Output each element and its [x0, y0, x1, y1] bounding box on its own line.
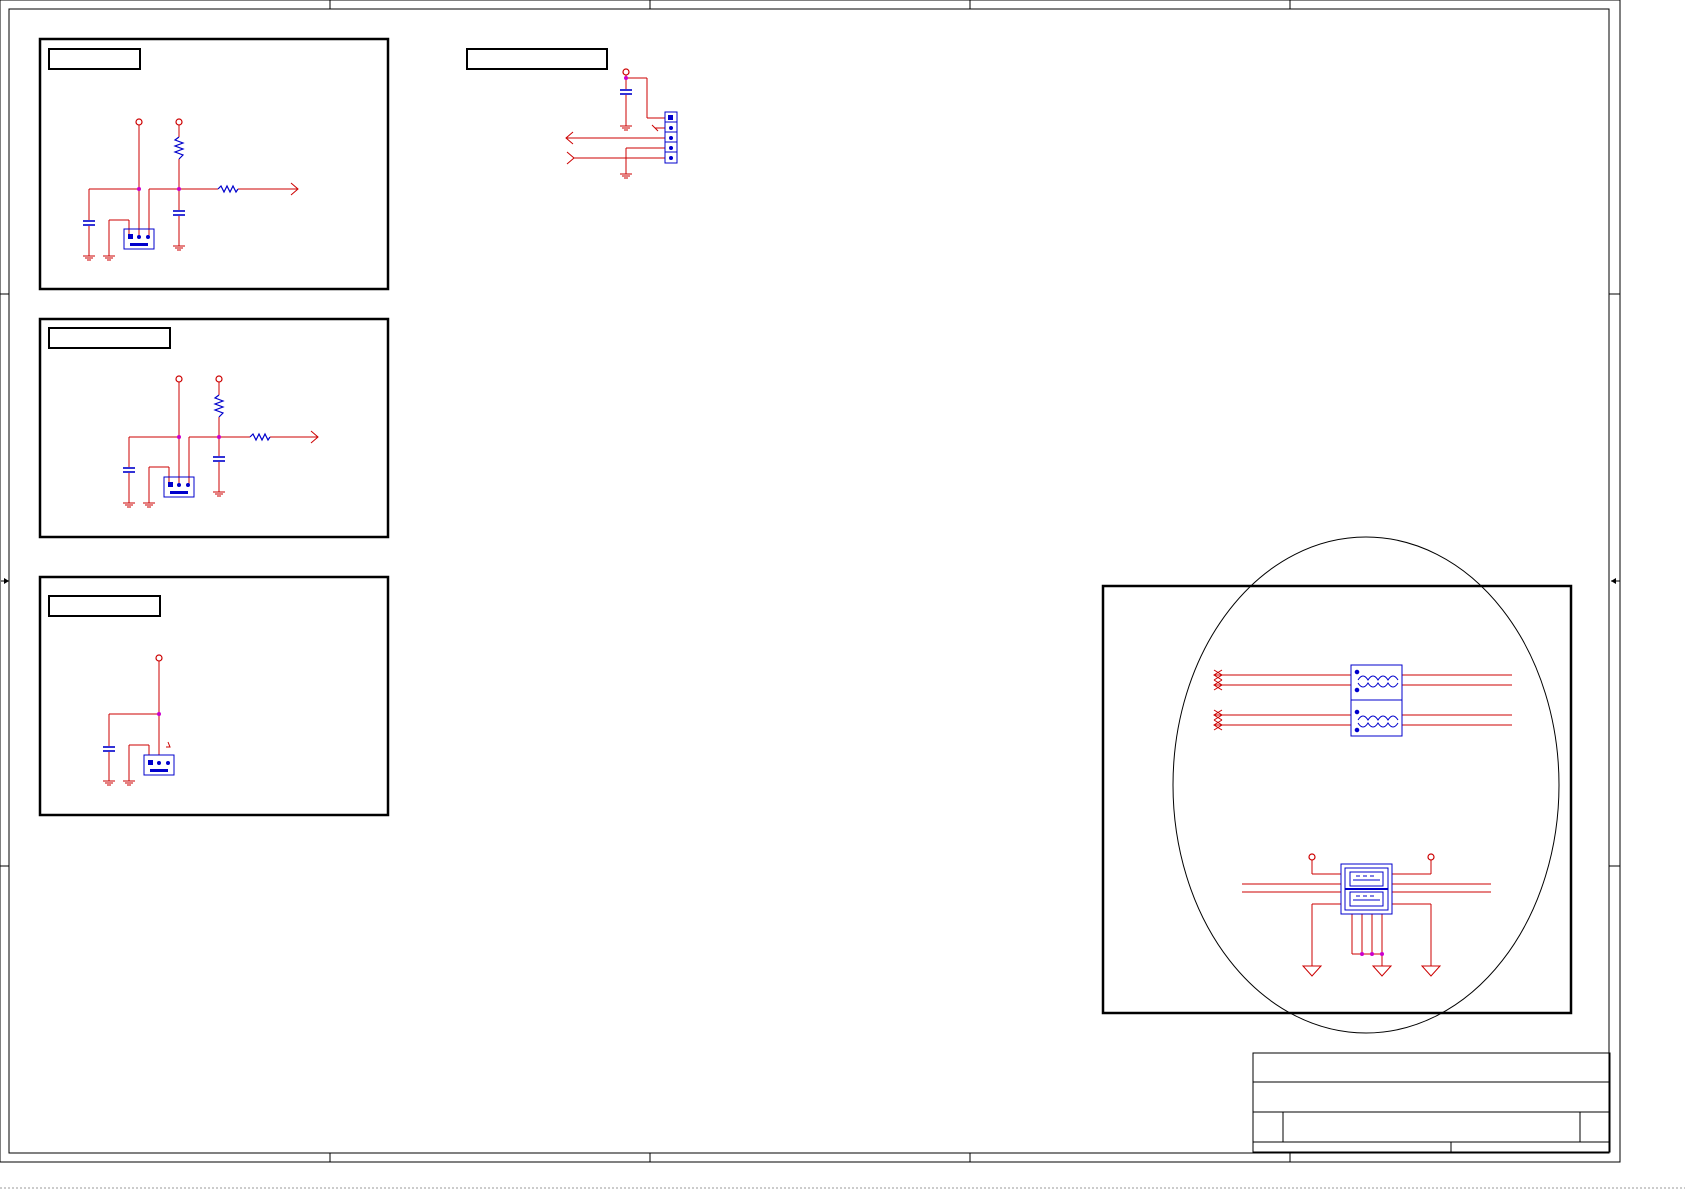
ground-icon — [102, 249, 116, 261]
power-icon — [1427, 853, 1435, 861]
power-icon — [1308, 853, 1316, 861]
ground-icon — [142, 496, 156, 508]
fan-circuit-block-1 — [38, 37, 390, 291]
block-4-header — [466, 48, 608, 70]
usb-block — [1101, 536, 1573, 1034]
ground-icon — [619, 167, 633, 179]
ground-icon — [212, 485, 226, 497]
ground-icon — [619, 119, 633, 131]
connector-block-4 — [466, 48, 678, 179]
power-icon — [215, 375, 223, 383]
capacitor-icon — [82, 220, 96, 226]
fan-circuit-block-2 — [38, 317, 390, 539]
title-block — [1252, 1052, 1611, 1153]
block-3-header — [48, 595, 161, 617]
schematic-sheet — [0, 0, 1685, 1189]
usb-dual-connector-icon — [1340, 863, 1393, 915]
power-icon — [175, 118, 183, 126]
ground-icon — [1302, 957, 1322, 977]
capacitor-icon — [102, 746, 116, 752]
power-icon — [622, 68, 630, 76]
capacitor-icon — [122, 467, 136, 473]
zone-marker-left — [1, 578, 9, 584]
ground-icon — [102, 774, 116, 786]
common-mode-choke-icon — [1350, 664, 1403, 737]
resistor-icon — [173, 136, 185, 160]
ground-icon — [1372, 957, 1392, 977]
fan-circuit-block-3 — [38, 575, 390, 817]
ground-icon — [122, 774, 136, 786]
resistor-icon — [217, 184, 239, 194]
block-1-header — [48, 48, 141, 70]
highlight-ellipse — [1172, 536, 1560, 1034]
fan-connector-icon — [143, 754, 175, 776]
zone-marker-right — [1611, 578, 1620, 584]
header-connector-icon — [664, 111, 678, 164]
ground-icon — [82, 249, 96, 261]
power-icon — [135, 118, 143, 126]
resistor-icon — [213, 394, 225, 418]
ground-icon — [122, 496, 136, 508]
capacitor-icon — [212, 456, 226, 462]
capacitor-icon — [172, 210, 186, 216]
sheet-frame — [0, 0, 1621, 1163]
capacitor-icon — [619, 89, 633, 95]
block-2-header — [48, 327, 171, 349]
resistor-icon — [249, 432, 271, 442]
power-icon — [155, 654, 163, 662]
power-icon — [175, 375, 183, 383]
ground-icon — [172, 239, 186, 251]
ground-icon — [1421, 957, 1441, 977]
